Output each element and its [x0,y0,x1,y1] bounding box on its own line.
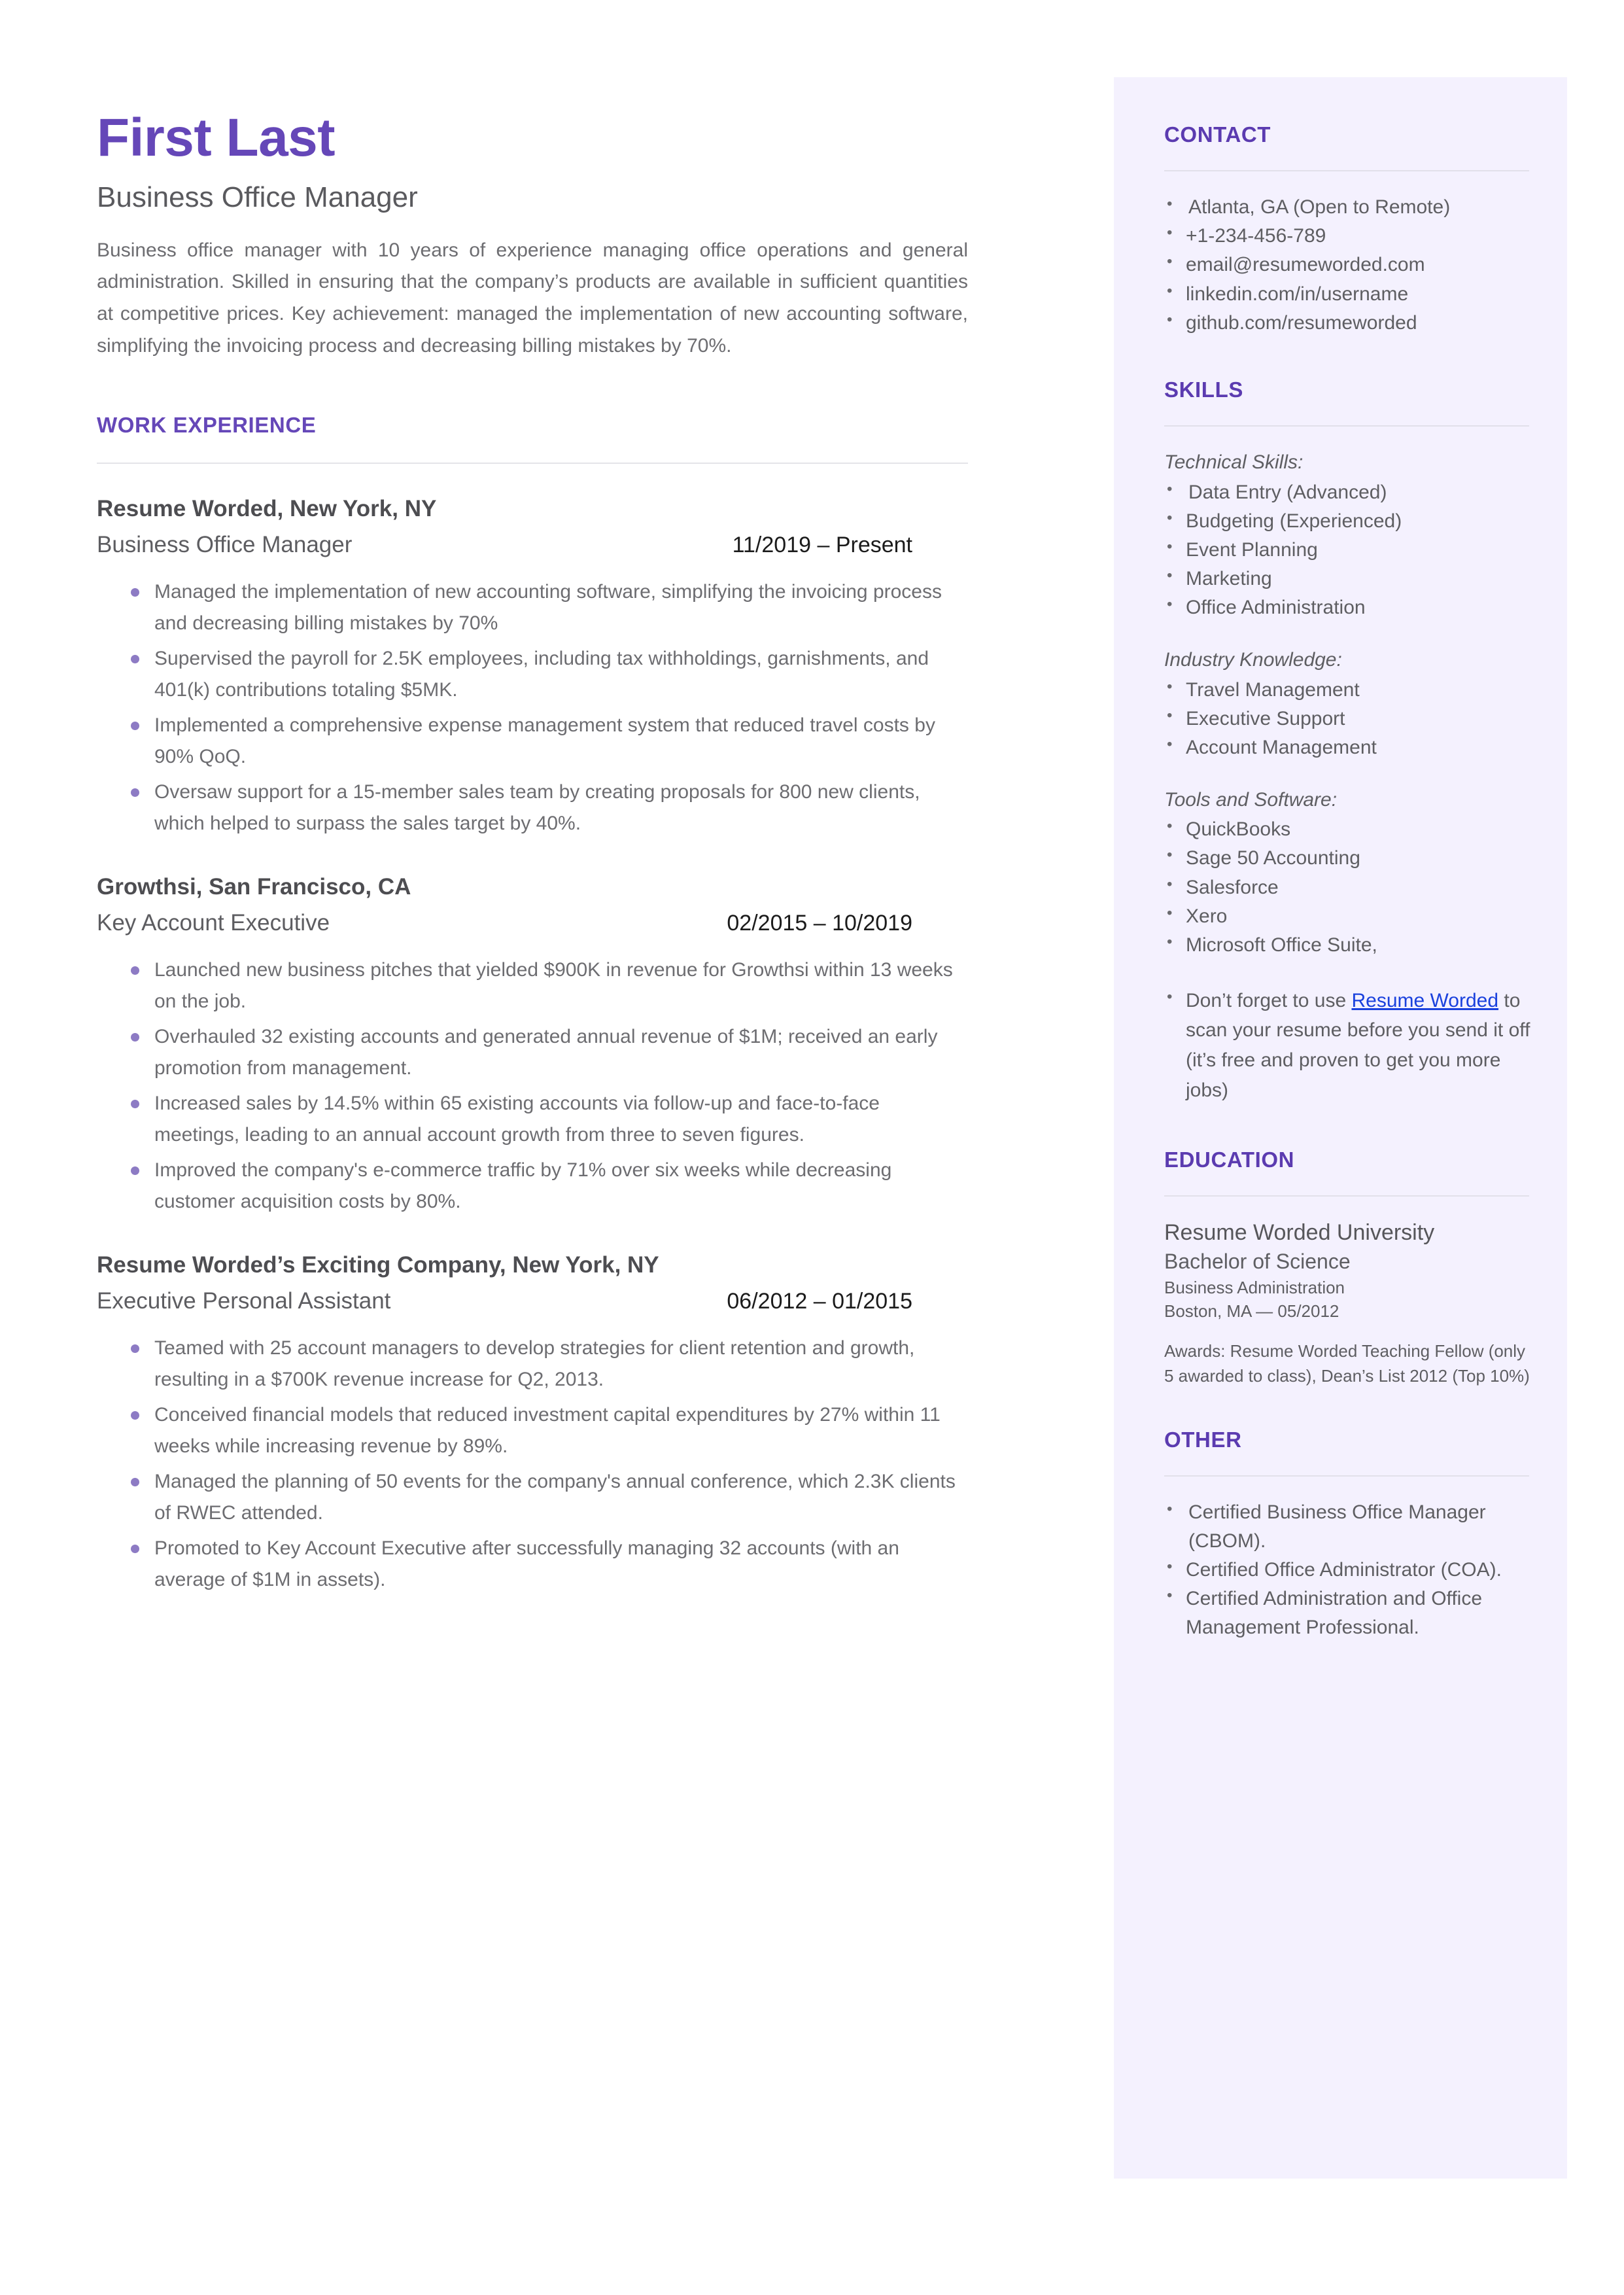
job-company: Resume Worded, New York, NY [97,496,437,522]
job-bullet: Managed the planning of 50 events for th… [97,1466,963,1529]
skill-item: Budgeting (Experienced) [1164,506,1532,536]
education-school: Resume Worded University [1164,1220,1435,1246]
skill-item: Marketing [1164,564,1532,593]
education-field: Business Administration [1164,1277,1345,1297]
work-experience-entry: Resume Worded’s Exciting Company, New Yo… [97,1250,973,1596]
skill-item: Executive Support [1164,704,1532,733]
job-bullet: Teamed with 25 account managers to devel… [97,1333,963,1395]
job-bullet: Increased sales by 14.5% within 65 exist… [97,1088,963,1151]
job-bullet: Supervised the payroll for 2.5K employee… [97,643,963,706]
job-bullet: Improved the company's e-commerce traffi… [97,1155,963,1218]
job-company: Resume Worded’s Exciting Company, New Yo… [97,1252,659,1278]
job-bullet-list: Launched new business pitches that yield… [97,955,973,1218]
skills-group-label-industry: Industry Knowledge: [1164,649,1342,671]
job-bullet: Launched new business pitches that yield… [97,955,963,1017]
section-divider-work-experience [97,463,968,464]
job-title-row: Executive Personal Assistant 06/2012 – 0… [97,1286,912,1316]
skill-item: QuickBooks [1164,815,1532,844]
section-heading-other: OTHER [1164,1427,1242,1452]
section-divider-education [1164,1195,1529,1197]
contact-item-linkedin[interactable]: linkedin.com/in/username [1164,279,1532,309]
skill-item: Office Administration [1164,593,1532,622]
section-heading-work-experience: WORK EXPERIENCE [97,413,317,438]
contact-item-email[interactable]: email@resumeworded.com [1164,250,1532,279]
skill-item: Sage 50 Accounting [1164,843,1532,873]
skill-item: Event Planning [1164,535,1532,565]
job-dates: 11/2019 – Present [732,532,912,557]
resume-worded-promo: Don’t forget to use Resume Worded to sca… [1164,985,1532,1105]
certification-item: Certified Business Office Manager (CBOM)… [1164,1498,1532,1556]
job-bullet: Conceived financial models that reduced … [97,1399,963,1462]
sidebar: CONTACT Atlanta, GA (Open to Remote) +1-… [1114,77,1567,2179]
certification-item: Certified Administration and Office Mana… [1164,1584,1532,1642]
skills-group-label-technical: Technical Skills: [1164,451,1304,474]
job-dates: 02/2015 – 10/2019 [727,910,912,936]
job-title-row: Business Office Manager 11/2019 – Presen… [97,530,912,560]
job-bullet: Managed the implementation of new accoun… [97,576,963,639]
professional-headline: Business Office Manager [97,181,418,214]
skill-item: Data Entry (Advanced) [1164,478,1532,507]
contact-item-github[interactable]: github.com/resumeworded [1164,308,1532,338]
section-heading-contact: CONTACT [1164,122,1271,147]
certification-item: Certified Office Administrator (COA). [1164,1555,1532,1585]
skills-list-tools: QuickBooks Sage 50 Accounting Salesforce… [1164,815,1532,959]
job-bullet: Implemented a comprehensive expense mana… [97,710,963,773]
skill-item: Travel Management [1164,675,1532,705]
resume-worded-link[interactable]: Resume Worded [1351,990,1498,1011]
skill-item: Xero [1164,902,1532,931]
skill-item: Account Management [1164,733,1532,762]
job-bullet: Oversaw support for a 15-member sales te… [97,777,963,839]
section-divider-contact [1164,170,1529,172]
job-title-row: Key Account Executive 02/2015 – 10/2019 [97,908,912,938]
job-bullet-list: Teamed with 25 account managers to devel… [97,1333,973,1596]
job-bullet-list: Managed the implementation of new accoun… [97,576,973,839]
section-divider-other [1164,1475,1529,1477]
section-divider-skills [1164,425,1529,427]
skills-list-industry: Travel Management Executive Support Acco… [1164,675,1532,762]
section-heading-education: EDUCATION [1164,1148,1295,1172]
main-column: First Last Business Office Manager Busin… [97,0,973,1600]
job-title: Business Office Manager [97,531,353,557]
education-location-date: Boston, MA — 05/2012 [1164,1301,1339,1322]
work-experience-entry: Resume Worded, New York, NY Business Off… [97,494,973,839]
skill-item: Microsoft Office Suite, [1164,930,1532,960]
contact-list: Atlanta, GA (Open to Remote) +1-234-456-… [1164,192,1532,338]
contact-item-location: Atlanta, GA (Open to Remote) [1164,192,1532,222]
other-list: Certified Business Office Manager (CBOM)… [1164,1498,1532,1642]
job-bullet: Promoted to Key Account Executive after … [97,1533,963,1596]
job-bullet: Overhauled 32 existing accounts and gene… [97,1021,963,1084]
skills-group-label-tools: Tools and Software: [1164,788,1338,811]
skill-item: Salesforce [1164,872,1532,902]
work-experience-entry: Growthsi, San Francisco, CA Key Account … [97,872,973,1218]
skills-list-technical: Data Entry (Advanced) Budgeting (Experie… [1164,478,1532,622]
education-awards: Awards: Resume Worded Teaching Fellow (o… [1164,1341,1530,1386]
resume-page: First Last Business Office Manager Busin… [0,0,1624,2295]
job-company: Growthsi, San Francisco, CA [97,874,411,900]
promo-text-before: Don’t forget to use [1186,989,1352,1011]
professional-summary: Business office manager with 10 years of… [97,239,968,357]
contact-item-phone: +1-234-456-789 [1164,221,1532,251]
job-title: Executive Personal Assistant [97,1288,391,1314]
section-heading-skills: SKILLS [1164,377,1243,402]
page-title: First Last [97,108,336,167]
job-title: Key Account Executive [97,909,330,936]
job-dates: 06/2012 – 01/2015 [727,1288,912,1314]
education-degree: Bachelor of Science [1164,1250,1351,1274]
